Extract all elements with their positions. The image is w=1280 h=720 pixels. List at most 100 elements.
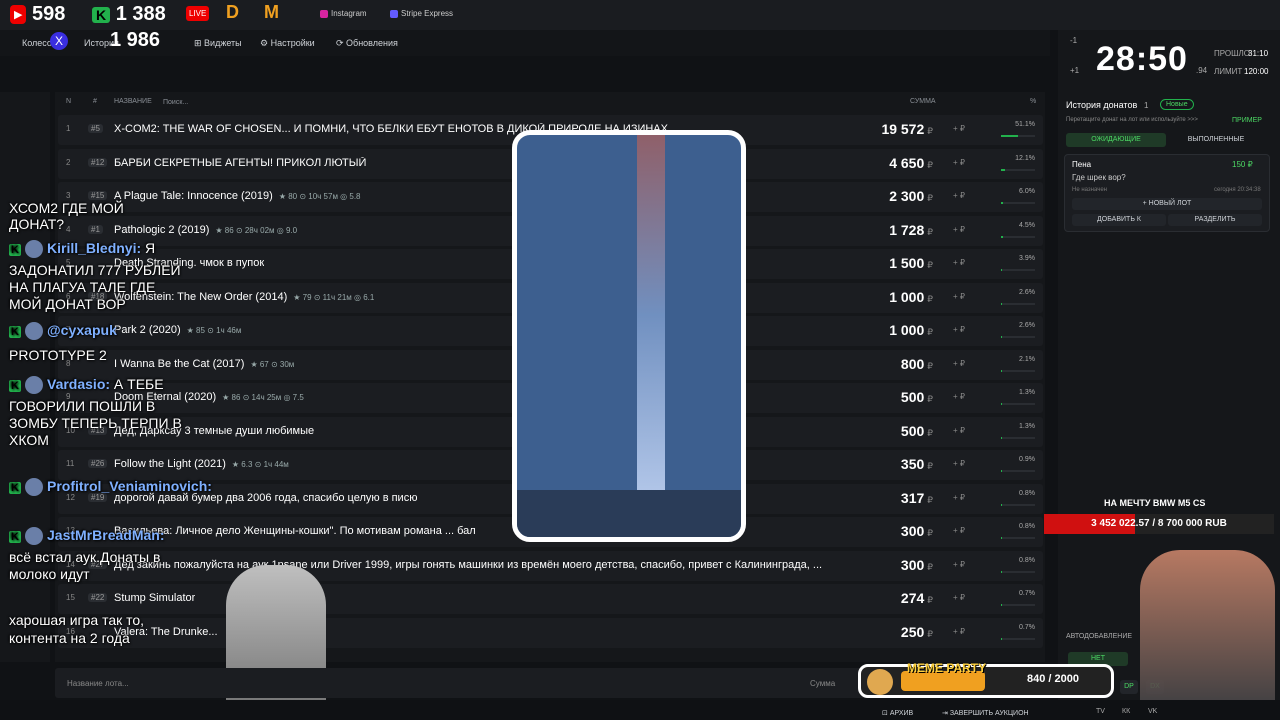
chat-text: МОЙ ДОНАТ ВОР: [9, 296, 126, 312]
tab-done[interactable]: ВЫПОЛНЕННЫЕ: [1168, 133, 1264, 147]
archive-button[interactable]: ⊡ АРХИВ: [882, 709, 913, 717]
history-count: 1: [1144, 101, 1149, 110]
row-percent: 4.5%: [1019, 221, 1035, 229]
search-input[interactable]: Поиск...: [163, 99, 188, 106]
row-meta: ★ 67 ⊙ 30м: [250, 359, 295, 369]
kick-badge-icon: K: [9, 244, 21, 256]
example-button[interactable]: ПРИМЕР: [1232, 117, 1262, 124]
limit-value: 120:00: [1244, 67, 1269, 76]
not-assigned: Не назначен: [1072, 187, 1107, 193]
row-add-button[interactable]: + ₽: [953, 325, 965, 334]
nav-wheel[interactable]: Колесо: [22, 38, 52, 48]
nav-widgets[interactable]: ⊞ Виджеты: [194, 38, 242, 49]
row-percent-bar: [1001, 336, 1035, 338]
chat-message: K @сухарuk: [9, 322, 117, 341]
row-meta: ★ 86 ⊙ 28ч 02м ◎ 9.0: [215, 225, 298, 235]
split-button[interactable]: РАЗДЕЛИТЬ: [1168, 214, 1262, 226]
row-sum: 1 728 ₽: [889, 221, 933, 238]
chat-message: K Profitrol_Veniaminovich:: [9, 478, 212, 497]
row-meta: ★ 86 ⊙ 14ч 25м ◎ 7.5: [222, 393, 304, 402]
row-sum: 500 ₽: [900, 422, 933, 439]
passed-value: 31:10: [1248, 49, 1269, 58]
row-percent-bar: [1001, 302, 1035, 305]
timer-minus[interactable]: -1: [1070, 36, 1077, 45]
row-percent-fill: [1001, 135, 1019, 137]
nav-settings[interactable]: ⚙ Настройки: [260, 38, 315, 49]
new-filter[interactable]: Новые: [1160, 99, 1194, 110]
chat-message: МОЙ ДОНАТ ВОР: [9, 296, 126, 312]
lot-sum-input[interactable]: Сумма: [810, 679, 835, 688]
row-add-button[interactable]: + ₽: [953, 526, 965, 535]
row-add-button[interactable]: + ₽: [953, 392, 965, 401]
kick-badge-icon: K: [9, 482, 21, 494]
row-add-button[interactable]: + ₽: [953, 560, 965, 569]
avatar: [25, 376, 43, 395]
row-add-button[interactable]: + ₽: [953, 359, 965, 368]
meme-progress: 840 / 2000: [1027, 673, 1079, 685]
chat-text: ХКОМ: [9, 432, 49, 448]
instagram-link[interactable]: Instagram: [320, 9, 367, 18]
row-add-button[interactable]: + ₽: [953, 124, 965, 133]
chat-message: молоко идут: [9, 566, 90, 582]
dp-button[interactable]: DP: [1120, 680, 1138, 694]
row-percent-bar: [1001, 269, 1035, 271]
finish-auction-button[interactable]: ⇥ ЗАВЕРШИТЬ АУКЦИОН: [942, 709, 1029, 717]
row-add-button[interactable]: + ₽: [953, 225, 965, 234]
row-sum: 317 ₽: [900, 489, 933, 506]
row-add-button[interactable]: + ₽: [953, 627, 965, 636]
footer-tv[interactable]: TV: [1096, 708, 1105, 715]
row-percent-bar: [1001, 168, 1035, 171]
row-sum: 1 000 ₽: [889, 322, 933, 338]
chat-message: K JastMrBreadMan:: [9, 527, 164, 546]
avatar: [25, 527, 43, 546]
row-add-button[interactable]: + ₽: [953, 593, 965, 602]
row-percent: 0.7%: [1019, 623, 1035, 631]
add-to-button[interactable]: ДОБАВИТЬ К: [1072, 214, 1166, 226]
chat-message: ДОНАТ?: [9, 216, 64, 232]
avatar: [25, 240, 43, 259]
goal-bar: 3 452 022.57 / 8 700 000 RUB: [1044, 514, 1274, 534]
tab-waiting[interactable]: ОЖИДАЮЩИЕ: [1066, 133, 1166, 147]
row-percent: 0.8%: [1019, 489, 1035, 497]
row-add-button[interactable]: + ₽: [953, 459, 965, 468]
row-percent: 6.0%: [1019, 188, 1035, 195]
chat-overlay: ХСОМ2 ГДЕ МОЙ ДОНАТ? K Kirill_Blednyi: Я ЗАД…: [0, 185, 220, 655]
row-percent-bar: [1001, 604, 1035, 606]
row-percent-fill: [1001, 369, 1002, 372]
lot-name-input[interactable]: Название лота...: [67, 679, 129, 688]
new-lot-button[interactable]: + НОВЫЙ ЛОТ: [1072, 198, 1262, 210]
avatar: [25, 478, 43, 497]
row-add-button[interactable]: + ₽: [953, 191, 965, 200]
goal-text: 3 452 022.57 / 8 700 000 RUB: [1091, 518, 1227, 529]
row-add-button[interactable]: + ₽: [953, 493, 965, 502]
row-sum: 274 ₽: [900, 590, 933, 606]
kick-badge-icon: K: [9, 380, 21, 392]
row-sum: 2 300 ₽: [889, 188, 933, 204]
m-icon: M: [264, 2, 279, 22]
row-sum: 1 000 ₽: [889, 288, 933, 305]
footer-kk[interactable]: КК: [1122, 708, 1130, 715]
timer-ms: .94: [1196, 66, 1208, 75]
stream-stats-bar: ▶ 598 K 1 388 LIVE D M Instagram Stripe …: [0, 0, 1280, 30]
row-id: #5: [88, 124, 103, 133]
nav-updates[interactable]: ⟳ Обновления: [336, 38, 398, 49]
row-percent-fill: [1001, 470, 1002, 472]
row-add-button[interactable]: + ₽: [953, 158, 965, 167]
kick-stat: K 1 388: [92, 3, 166, 26]
chat-text: молоко идут: [9, 566, 90, 582]
passed-label: ПРОШЛО: [1214, 49, 1250, 58]
row-percent-bar: [1001, 436, 1035, 439]
stripe-icon: [390, 9, 398, 18]
row-add-button[interactable]: + ₽: [953, 258, 965, 267]
row-add-button[interactable]: + ₽: [953, 426, 965, 435]
stripe-link[interactable]: Stripe Express: [390, 9, 453, 18]
row-percent-bar: [1001, 202, 1035, 204]
row-percent: 2.6%: [1019, 288, 1035, 296]
row-add-button[interactable]: + ₽: [953, 292, 965, 301]
chat-text: PROTOTYPE 2: [9, 347, 107, 363]
footer-vk[interactable]: VK: [1148, 708, 1157, 715]
row-sum: 300 ₽: [900, 556, 933, 573]
row-percent-fill: [1001, 269, 1003, 271]
row-title: БАРБИ СЕКРЕТНЫЕ АГЕНТЫ! ПРИКОЛ ЛЮТЫЙ: [114, 156, 367, 169]
timer-plus[interactable]: +1: [1070, 66, 1079, 75]
